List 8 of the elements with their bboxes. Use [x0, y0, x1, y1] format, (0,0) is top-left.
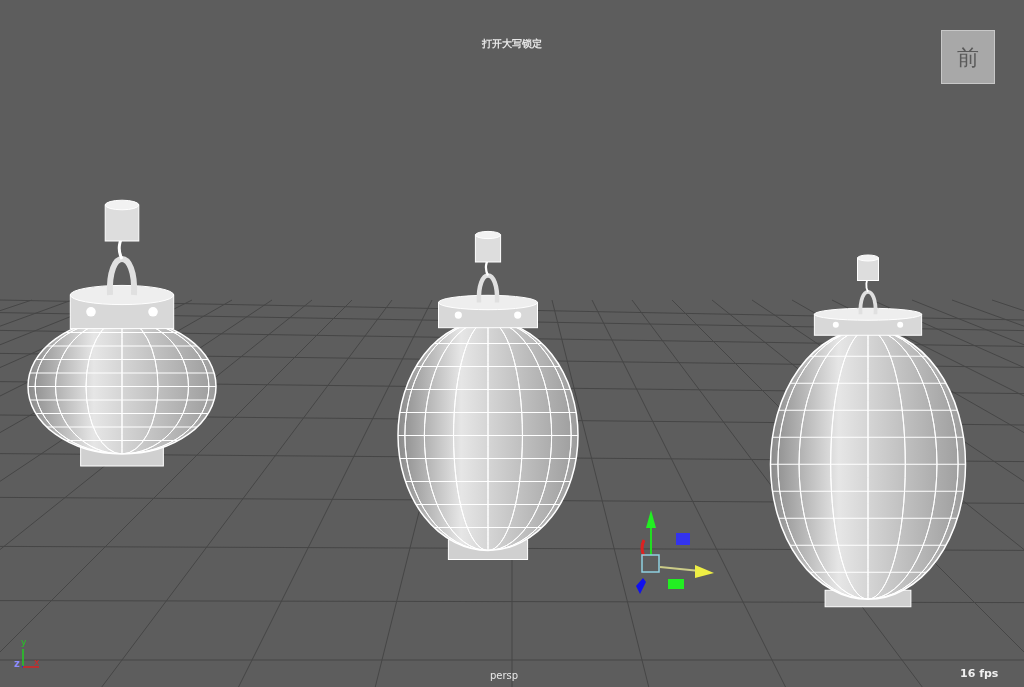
axis-indicator-icon	[22, 648, 40, 668]
axis-label: x	[34, 658, 40, 667]
axis-label: z	[14, 659, 20, 669]
camera-name: persp	[490, 669, 519, 683]
frame-rate: 16 fps	[960, 666, 999, 682]
axis-label: y	[21, 638, 27, 647]
view-cube-button[interactable]: 前	[941, 30, 995, 84]
hud-message: 打开大写锁定	[481, 37, 543, 51]
